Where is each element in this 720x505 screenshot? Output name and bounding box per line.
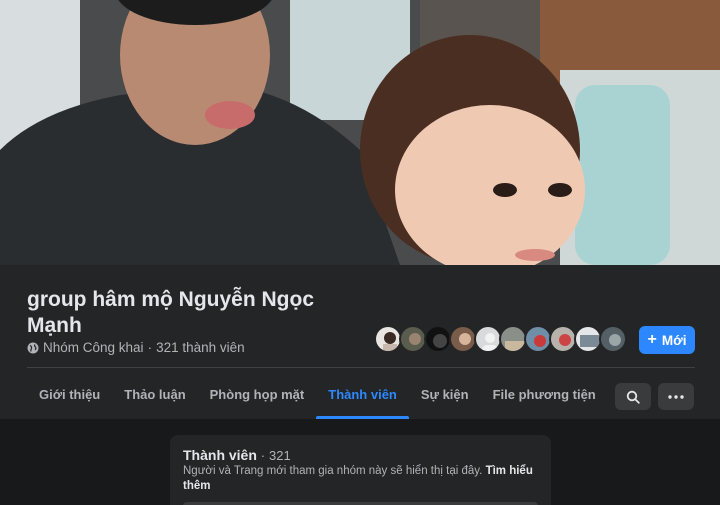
tab-members[interactable]: Thành viên <box>316 369 409 419</box>
group-title[interactable]: group hâm mộ Nguyễn Ngọc Mạnh <box>27 287 367 339</box>
avatar[interactable] <box>474 325 502 353</box>
new-button[interactable]: + Mới <box>639 326 695 354</box>
tab-discussion[interactable]: Thảo luận <box>112 369 197 419</box>
avatar[interactable] <box>524 325 552 353</box>
avatar[interactable] <box>574 325 602 353</box>
member-avatars[interactable] <box>374 325 627 353</box>
avatar[interactable] <box>399 325 427 353</box>
meta-separator: · <box>147 340 153 355</box>
search-button[interactable] <box>615 383 651 410</box>
avatar[interactable] <box>424 325 452 353</box>
members-title: Thành viên <box>183 447 257 463</box>
cover-photo-image <box>0 0 720 265</box>
more-button[interactable] <box>658 383 694 410</box>
cover-photo[interactable] <box>0 0 720 265</box>
avatar[interactable] <box>599 325 627 353</box>
members-card-title: Thành viên · 321 <box>183 447 291 463</box>
member-count[interactable]: 321 thành viên <box>156 340 245 355</box>
members-description: Người và Trang mới tham gia nhóm này sẽ … <box>183 464 543 494</box>
avatar[interactable] <box>449 325 477 353</box>
plus-icon: + <box>647 331 657 348</box>
members-card: Thành viên · 321 Người và Trang mới tham… <box>170 435 551 505</box>
privacy-label[interactable]: Nhóm Công khai <box>43 340 144 355</box>
tab-events[interactable]: Sự kiện <box>409 369 481 419</box>
avatar[interactable] <box>549 325 577 353</box>
search-icon <box>626 390 640 404</box>
more-icon <box>668 394 684 399</box>
group-header: group hâm mộ Nguyễn Ngọc Mạnh Nhóm Công … <box>0 265 720 419</box>
members-count: 321 <box>269 448 291 463</box>
avatar[interactable] <box>499 325 527 353</box>
members-description-text: Người và Trang mới tham gia nhóm này sẽ … <box>183 465 483 477</box>
header-divider <box>27 367 695 368</box>
avatar[interactable] <box>374 325 402 353</box>
tab-media[interactable]: File phương tiện <box>481 369 608 419</box>
group-meta: Nhóm Công khai · 321 thành viên <box>27 340 245 355</box>
globe-icon <box>27 342 39 353</box>
members-separator: · <box>260 448 266 463</box>
group-tabs: Giới thiệu Thảo luận Phòng họp mặt Thành… <box>27 369 608 419</box>
tab-about[interactable]: Giới thiệu <box>27 369 112 419</box>
new-button-label: Mới <box>661 332 687 348</box>
tab-rooms[interactable]: Phòng họp mặt <box>198 369 317 419</box>
